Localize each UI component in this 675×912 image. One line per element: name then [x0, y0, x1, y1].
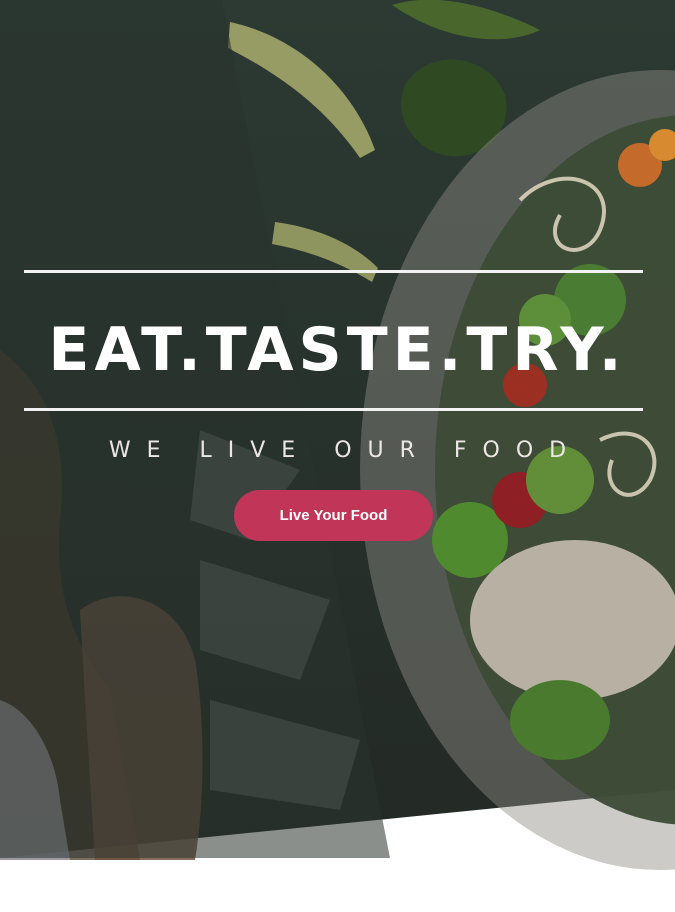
hero-section: EAT.TASTE.TRY. WE LIVE OUR FOOD Live You…	[0, 0, 675, 912]
hero-tagline: WE LIVE OUR FOOD	[108, 438, 583, 463]
live-your-food-button[interactable]: Live Your Food	[234, 490, 433, 541]
headline-bottom-rule	[24, 408, 643, 411]
hero-headline: EAT.TASTE.TRY.	[48, 315, 627, 385]
headline-top-rule	[24, 270, 643, 273]
chicken	[470, 540, 675, 700]
